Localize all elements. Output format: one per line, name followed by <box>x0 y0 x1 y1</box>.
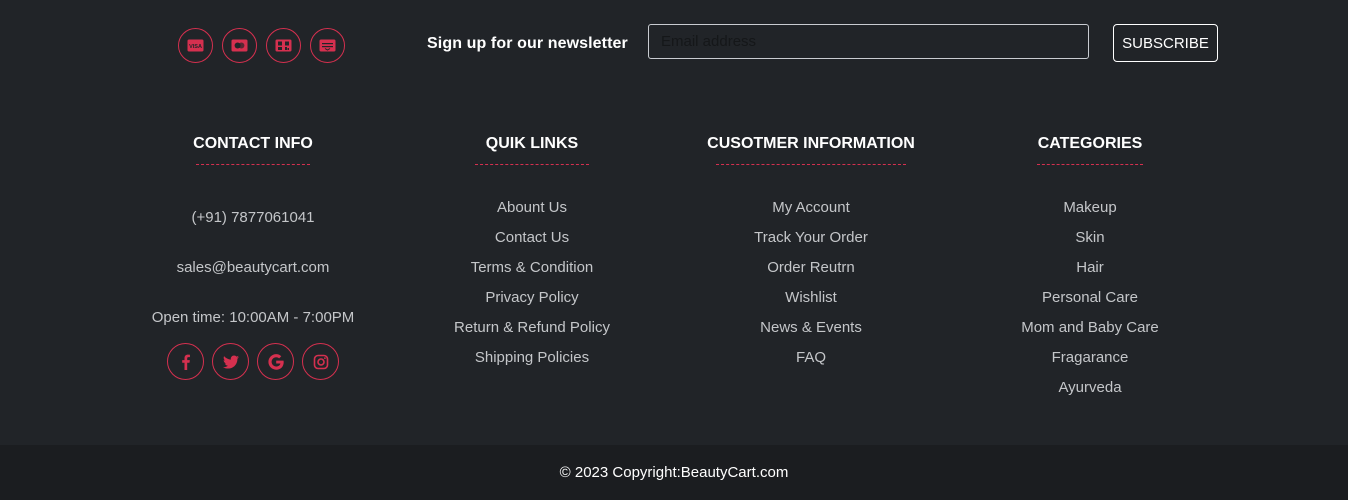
contact-info-column: CONTACT INFO (+91) 7877061041 sales@beau… <box>103 134 403 380</box>
category-personal-care[interactable]: Personal Care <box>1042 289 1138 306</box>
mastercard-icon <box>222 28 257 63</box>
list-item: Privacy Policy <box>382 283 682 313</box>
email-input[interactable] <box>648 24 1089 59</box>
list-item: Mom and Baby Care <box>940 313 1240 343</box>
quick-links-heading: QUIK LINKS <box>485 135 579 152</box>
list-item: Makeup <box>940 193 1240 223</box>
site-footer: VISA Sign up for our newsletter SUBSCRIB… <box>0 0 1348 500</box>
category-skin[interactable]: Skin <box>1075 229 1104 246</box>
link-terms[interactable]: Terms & Condition <box>471 259 594 276</box>
link-order-return[interactable]: Order Reutrn <box>767 259 855 276</box>
copyright-bar: © 2023 Copyright:BeautyCart.com <box>0 445 1348 500</box>
category-mom-baby-care[interactable]: Mom and Baby Care <box>1021 319 1159 336</box>
customer-info-heading: CUSOTMER INFORMATION <box>707 135 915 152</box>
list-item: Contact Us <box>382 223 682 253</box>
list-item: Order Reutrn <box>661 253 961 283</box>
instagram-icon[interactable] <box>302 343 339 380</box>
customer-info-column: CUSOTMER INFORMATION My Account Track Yo… <box>661 134 961 373</box>
link-contact-us[interactable]: Contact Us <box>495 229 569 246</box>
list-item: Return & Refund Policy <box>382 313 682 343</box>
list-item: Personal Care <box>940 283 1240 313</box>
list-item: Fragarance <box>940 343 1240 373</box>
category-makeup[interactable]: Makeup <box>1063 199 1116 216</box>
contact-phone: (+91) 7877061041 <box>191 209 315 226</box>
categories-column: CATEGORIES Makeup Skin Hair Personal Car… <box>940 134 1240 403</box>
list-item: Skin <box>940 223 1240 253</box>
contact-email: sales@beautycart.com <box>176 259 330 276</box>
list-item: Abount Us <box>382 193 682 223</box>
qr-code-icon <box>266 28 301 63</box>
categories-list: Makeup Skin Hair Personal Care Mom and B… <box>940 193 1240 403</box>
bank-transfer-icon <box>310 28 345 63</box>
list-item: FAQ <box>661 343 961 373</box>
twitter-icon[interactable] <box>212 343 249 380</box>
link-wishlist[interactable]: Wishlist <box>785 289 837 306</box>
link-about-us[interactable]: Abount Us <box>497 199 567 216</box>
category-ayurveda[interactable]: Ayurveda <box>1058 379 1121 396</box>
link-shipping-policies[interactable]: Shipping Policies <box>475 349 589 366</box>
copyright-text: © 2023 Copyright:BeautyCart.com <box>559 463 789 481</box>
list-item: News & Events <box>661 313 961 343</box>
customer-info-list: My Account Track Your Order Order Reutrn… <box>661 193 961 373</box>
heading-underline <box>1037 164 1143 165</box>
list-item: Shipping Policies <box>382 343 682 373</box>
newsletter-label: Sign up for our newsletter <box>427 35 628 52</box>
categories-heading: CATEGORIES <box>1037 135 1143 152</box>
contact-hours: Open time: 10:00AM - 7:00PM <box>151 309 355 326</box>
category-fragrance[interactable]: Fragarance <box>1052 349 1129 366</box>
list-item: Track Your Order <box>661 223 961 253</box>
payment-methods: VISA <box>178 28 345 63</box>
link-refund-policy[interactable]: Return & Refund Policy <box>454 319 610 336</box>
link-news-events[interactable]: News & Events <box>760 319 862 336</box>
quick-links-column: QUIK LINKS Abount Us Contact Us Terms & … <box>382 134 682 373</box>
category-hair[interactable]: Hair <box>1076 259 1104 276</box>
social-links <box>103 343 403 380</box>
heading-underline <box>716 164 906 165</box>
google-icon[interactable] <box>257 343 294 380</box>
list-item: Terms & Condition <box>382 253 682 283</box>
list-item: Hair <box>940 253 1240 283</box>
facebook-icon[interactable] <box>167 343 204 380</box>
subscribe-button[interactable]: SUBSCRIBE <box>1113 24 1218 62</box>
list-item: Wishlist <box>661 283 961 313</box>
link-my-account[interactable]: My Account <box>772 199 850 216</box>
list-item: My Account <box>661 193 961 223</box>
svg-text:VISA: VISA <box>189 44 202 50</box>
visa-icon: VISA <box>178 28 213 63</box>
quick-links-list: Abount Us Contact Us Terms & Condition P… <box>382 193 682 373</box>
list-item: Ayurveda <box>940 373 1240 403</box>
contact-info-heading: CONTACT INFO <box>193 135 313 152</box>
link-faq[interactable]: FAQ <box>796 349 826 366</box>
heading-underline <box>475 164 589 165</box>
link-track-order[interactable]: Track Your Order <box>754 229 868 246</box>
link-privacy-policy[interactable]: Privacy Policy <box>485 289 578 306</box>
